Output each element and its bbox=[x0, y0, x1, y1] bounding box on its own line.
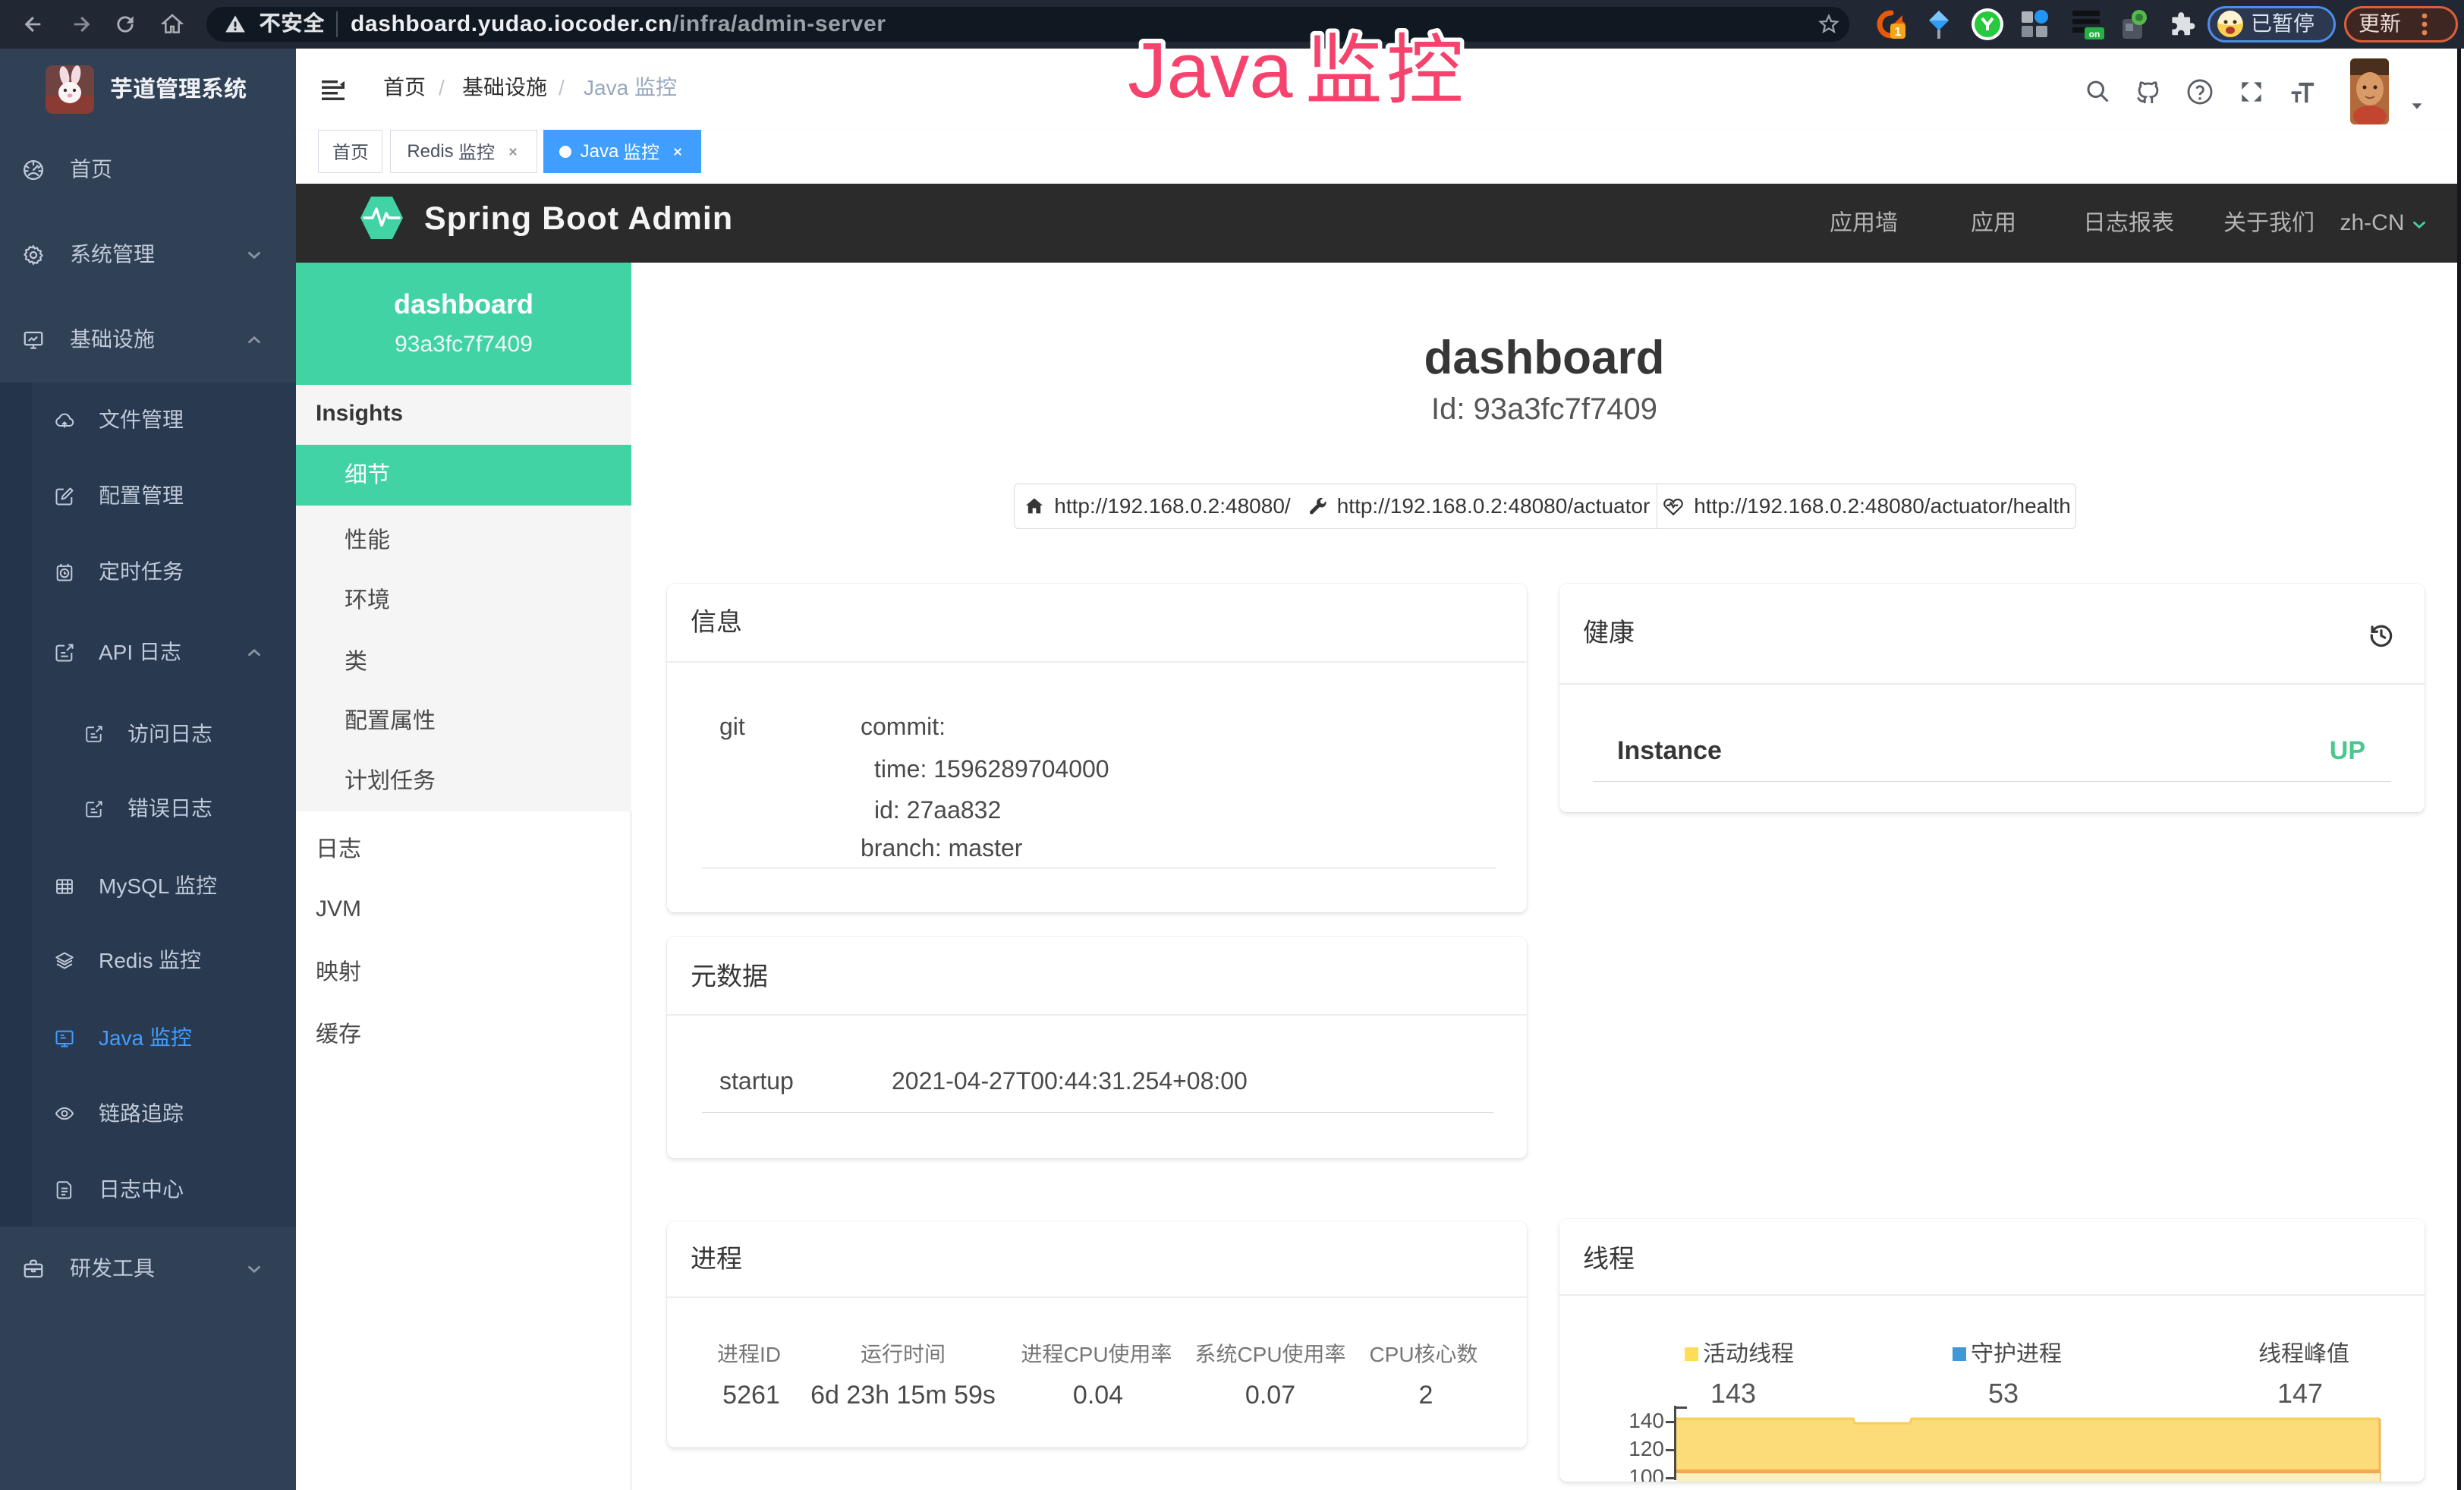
svg-text:on: on bbox=[2089, 29, 2101, 39]
svg-text:1: 1 bbox=[1895, 26, 1902, 39]
svg-text:Java: Java bbox=[1128, 27, 1293, 110]
